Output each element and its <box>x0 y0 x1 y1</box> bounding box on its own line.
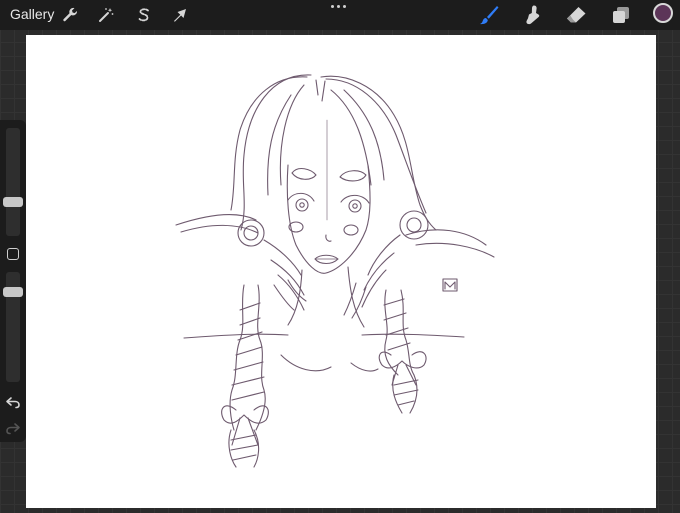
top-toolbar: Gallery <box>0 0 680 30</box>
character-sketch <box>175 74 495 468</box>
redo-icon[interactable] <box>5 421 21 435</box>
magic-wand-icon[interactable] <box>94 3 118 27</box>
wrench-icon[interactable] <box>58 3 82 27</box>
brush-icon[interactable] <box>477 3 501 27</box>
brush-size-slider[interactable] <box>6 128 20 236</box>
eraser-icon[interactable] <box>564 3 588 27</box>
drawing-canvas[interactable] <box>26 35 656 508</box>
smudge-icon[interactable] <box>521 3 545 27</box>
gallery-button[interactable]: Gallery <box>10 6 54 22</box>
modify-button[interactable] <box>7 248 19 260</box>
undo-icon[interactable] <box>5 395 21 409</box>
brush-size-thumb[interactable] <box>3 196 23 207</box>
transform-arrow-icon[interactable] <box>168 3 192 27</box>
brush-sidebar <box>0 120 26 442</box>
layers-icon[interactable] <box>609 3 633 27</box>
opacity-thumb[interactable] <box>3 287 23 297</box>
color-picker-swatch[interactable] <box>653 3 673 23</box>
selection-s-icon[interactable] <box>132 3 156 27</box>
actions-menu-dots-icon[interactable] <box>331 5 346 8</box>
